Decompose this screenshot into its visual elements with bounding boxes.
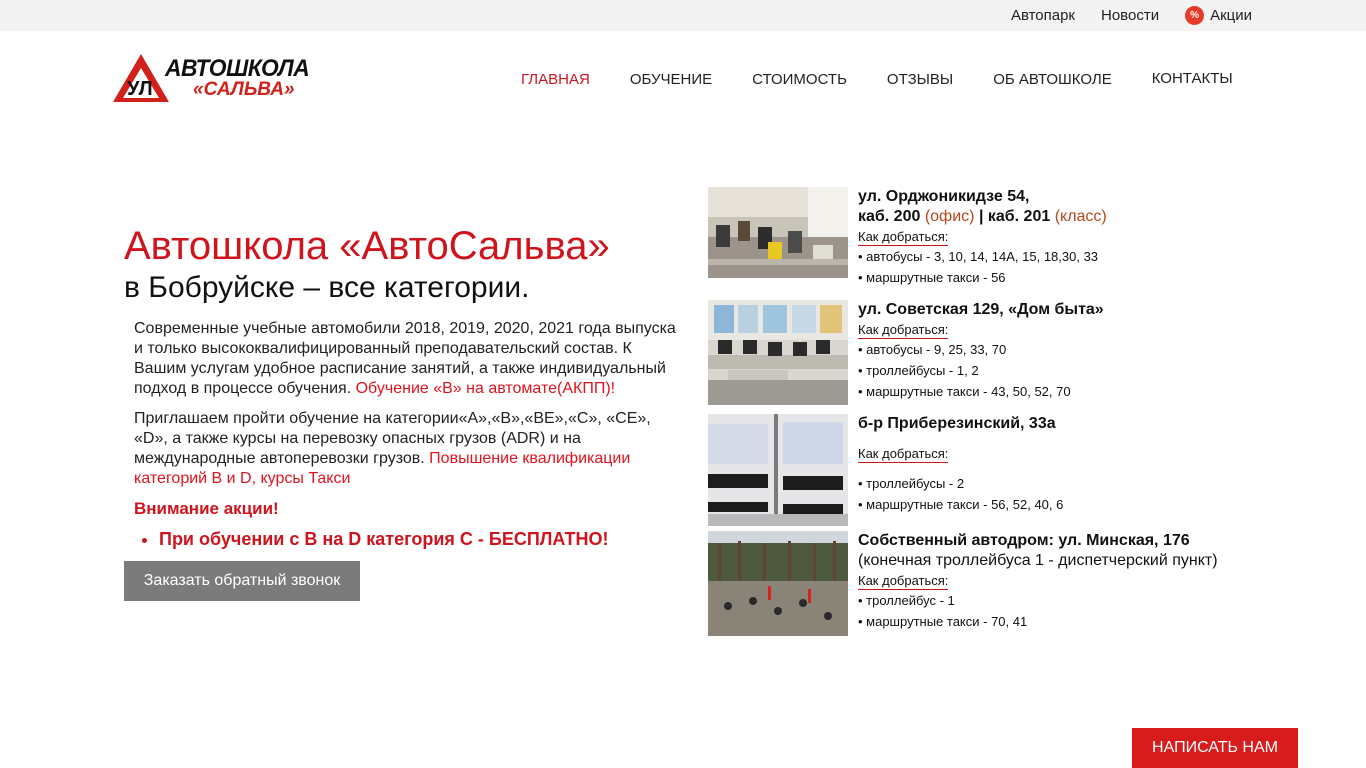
description-block: Современные учебные автомобили 2018, 201… <box>134 319 684 549</box>
location-photo-computer-class[interactable] <box>708 300 848 405</box>
description-paragraph-2: Приглашаем пройти обучение на категории«… <box>134 410 651 487</box>
route-line: • троллейбусы - 1, 2 <box>858 363 979 378</box>
route-line: • автобусы - 3, 10, 14, 14А, 15, 18,30, … <box>858 249 1099 264</box>
address-rooms: каб. 200 (офис) | каб. 201 (класс) <box>858 208 1107 225</box>
percent-badge-icon: % <box>1185 6 1205 25</box>
description-paragraph-1: Современные учебные автомобили 2018, 201… <box>134 320 676 397</box>
svg-text:УЛ: УЛ <box>127 78 153 100</box>
top-link-news[interactable]: Новости <box>1101 6 1159 25</box>
hero-title: Автошкола «АвтоСальва» <box>124 224 610 268</box>
route-line: • маршрутные такси - 70, 41 <box>858 614 1028 629</box>
route-line: • автобусы - 9, 25, 33, 70 <box>858 342 1007 357</box>
route-line: • маршрутные такси - 56, 52, 40, 6 <box>858 497 1064 512</box>
route-line: • маршрутные такси - 56 <box>858 270 1006 285</box>
top-links: Автопарк Новости % Акции <box>1011 6 1252 25</box>
top-link-promotions[interactable]: % Акции <box>1185 6 1252 25</box>
site-logo[interactable]: УЛ АВТОШКОЛА «САЛЬВА» <box>113 52 318 104</box>
write-us-button[interactable]: НАПИСАТЬ НАМ <box>1132 728 1298 768</box>
promo-list: При обучении с B на D категория C - БЕСП… <box>134 529 684 549</box>
nav-item-training[interactable]: ОБУЧЕНИЕ <box>630 71 712 88</box>
logo-text-name: «САЛЬВА» <box>193 79 295 100</box>
directions-link[interactable]: Как добраться: <box>858 322 949 339</box>
address-card-2: ул. Советская 129, «Дом быта» Как добрат… <box>858 300 1258 402</box>
nav-item-pricing[interactable]: СТОИМОСТЬ <box>752 71 847 88</box>
callback-request-button[interactable]: Заказать обратный звонок <box>124 561 360 601</box>
nav-item-contacts[interactable]: КОНТАКТЫ <box>1152 70 1233 87</box>
route-line: • маршрутные такси - 43, 50, 52, 70 <box>858 384 1071 399</box>
address-note: (конечная троллейбуса 1 - диспетчерский … <box>858 552 1218 569</box>
automatic-training-link[interactable]: Обучение «B» на автомате(АКПП)! <box>356 380 615 397</box>
main-nav: ГЛАВНАЯ ОБУЧЕНИЕ СТОИМОСТЬ ОТЗЫВЫ ОБ АВТ… <box>521 70 1233 88</box>
location-photo-classroom[interactable] <box>708 187 848 278</box>
route-line: • троллейбус - 1 <box>858 593 955 608</box>
directions-link[interactable]: Как добраться: <box>858 446 949 463</box>
address-card-4: Собственный автодром: ул. Минская, 176 (… <box>858 531 1258 632</box>
address-title: ул. Советская 129, «Дом быта» <box>858 301 1104 318</box>
nav-item-home[interactable]: ГЛАВНАЯ <box>521 71 590 88</box>
directions-link[interactable]: Как добраться: <box>858 229 949 246</box>
top-link-autopark[interactable]: Автопарк <box>1011 6 1075 25</box>
promo-heading: Внимание акции! <box>134 499 279 518</box>
road-sign-logo-icon: УЛ <box>113 54 169 102</box>
address-card-1: ул. Орджоникидзе 54, каб. 200 (офис) | к… <box>858 187 1258 288</box>
location-photo-study-room[interactable] <box>708 414 848 526</box>
address-card-3: б-р Приберезинский, 33а Как добраться: •… <box>858 414 1258 515</box>
directions-link[interactable]: Как добраться: <box>858 573 949 590</box>
route-line: • троллейбусы - 2 <box>858 476 965 491</box>
promo-item: При обучении с B на D категория C - БЕСП… <box>159 529 684 549</box>
nav-item-reviews[interactable]: ОТЗЫВЫ <box>887 71 953 88</box>
address-title: ул. Орджоникидзе 54, <box>858 188 1030 205</box>
address-title: б-р Приберезинский, 33а <box>858 415 1056 432</box>
location-photo-driving-ground[interactable] <box>708 531 848 636</box>
top-bar: Автопарк Новости % Акции <box>0 0 1366 31</box>
hero-subtitle: в Бобруйске – все категории. <box>124 271 530 304</box>
nav-item-about[interactable]: ОБ АВТОШКОЛЕ <box>993 71 1112 88</box>
address-title: Собственный автодром: ул. Минская, 176 <box>858 532 1190 549</box>
